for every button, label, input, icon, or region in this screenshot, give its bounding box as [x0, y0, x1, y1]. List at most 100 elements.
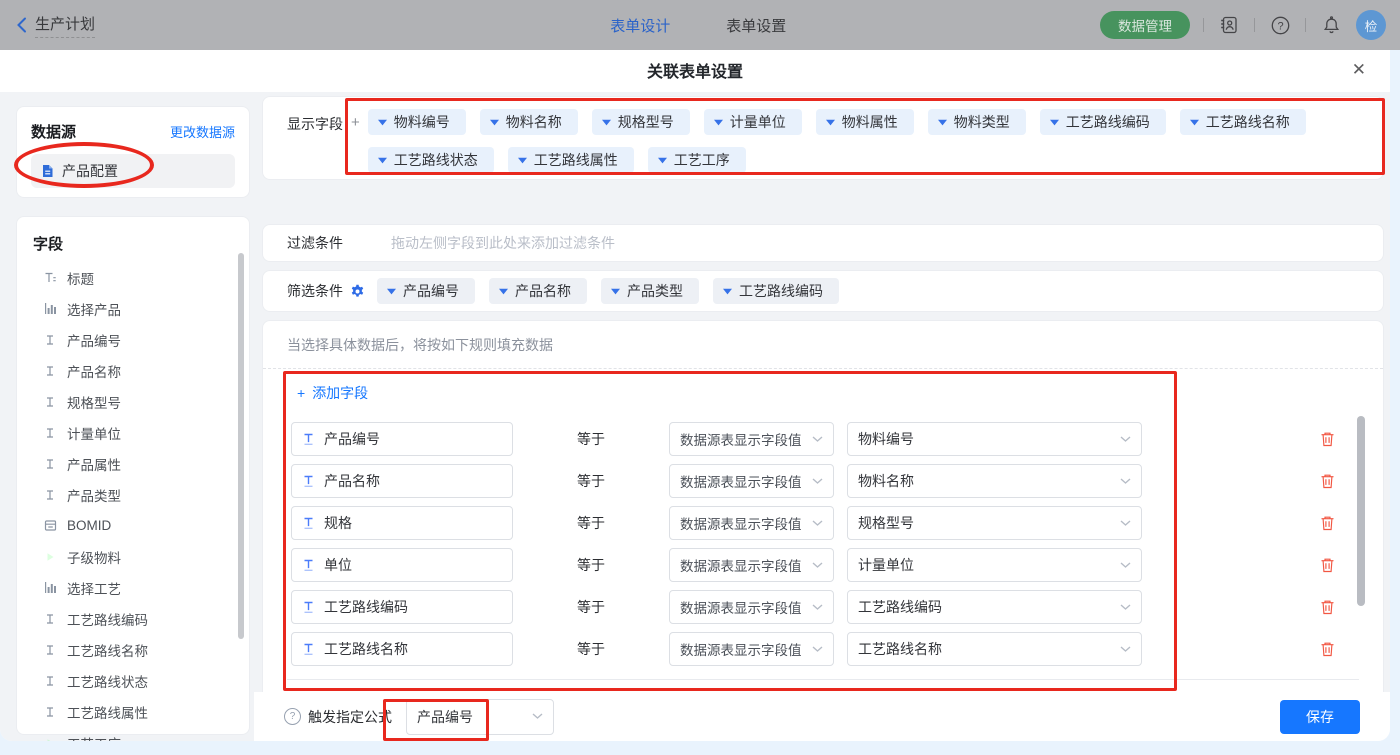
contact-book-icon[interactable]	[1217, 13, 1241, 37]
field-item[interactable]: 工艺路线属性	[33, 696, 249, 727]
field-item-label: 工艺工序	[67, 733, 121, 742]
display-field-tag[interactable]: 物料属性	[816, 109, 914, 135]
field-item[interactable]: 工艺路线名称	[33, 634, 249, 665]
add-display-field-button[interactable]: +	[351, 114, 360, 179]
text-icon	[43, 644, 57, 656]
modal-body: 数据源 更改数据源 产品配置 字段 标题选择产品产品编号产品名称规格型号计量单位…	[0, 92, 1390, 741]
help-icon[interactable]: ?	[1268, 13, 1292, 37]
rule-target-field[interactable]: 产品编号	[291, 422, 513, 456]
rule-target-field[interactable]: 工艺路线名称	[291, 632, 513, 666]
triangle-down-icon	[1190, 119, 1199, 126]
field-item[interactable]: 产品类型	[33, 479, 249, 510]
tab-form-settings[interactable]: 表单设置	[726, 15, 786, 36]
trash-icon[interactable]	[1320, 557, 1335, 573]
rule-source-select[interactable]: 数据源表显示字段值	[669, 464, 834, 498]
rule-source-select[interactable]: 数据源表显示字段值	[669, 632, 834, 666]
field-item[interactable]: 计量单位	[33, 417, 249, 448]
filter-condition-placeholder[interactable]: 拖动左侧字段到此处来添加过滤条件	[391, 233, 615, 253]
close-icon[interactable]: ✕	[1352, 61, 1366, 78]
display-field-tag[interactable]: 计量单位	[704, 109, 802, 135]
field-item[interactable]: 工艺工序	[33, 727, 249, 741]
user-avatar[interactable]: 检	[1356, 10, 1386, 40]
triangle-down-icon	[611, 288, 620, 295]
datasource-item-selected[interactable]: 产品配置	[31, 154, 235, 188]
rule-value-select[interactable]: 工艺路线编码	[847, 590, 1142, 624]
triangle-down-icon	[378, 119, 387, 126]
rule-operator: 等于	[577, 639, 613, 659]
trash-icon[interactable]	[1320, 473, 1335, 489]
gear-icon[interactable]	[350, 284, 365, 299]
fill-rule-row: 单位等于数据源表显示字段值计量单位	[263, 548, 1383, 582]
trash-icon[interactable]	[1320, 641, 1335, 657]
display-field-tag[interactable]: 工艺路线名称	[1180, 109, 1306, 135]
display-field-tag[interactable]: 物料名称	[480, 109, 578, 135]
display-field-tag[interactable]: 物料编号	[368, 109, 466, 135]
rules-scrollbar[interactable]	[1357, 416, 1365, 606]
rule-value-select[interactable]: 计量单位	[847, 548, 1142, 582]
display-field-tag[interactable]: 规格型号	[592, 109, 690, 135]
screen-condition-tag[interactable]: 工艺路线编码	[713, 278, 839, 304]
triangle-down-icon	[602, 119, 611, 126]
data-manage-button[interactable]: 数据管理	[1100, 11, 1190, 39]
fill-rule-row: 规格等于数据源表显示字段值规格型号	[263, 506, 1383, 540]
trash-icon[interactable]	[1320, 515, 1335, 531]
field-item-label: 产品编号	[67, 330, 121, 350]
rule-value-select[interactable]: 物料名称	[847, 464, 1142, 498]
field-item[interactable]: 工艺路线状态	[33, 665, 249, 696]
change-datasource-link[interactable]: 更改数据源	[170, 122, 235, 141]
field-item[interactable]: 子级物料	[33, 541, 249, 572]
chevron-down-icon	[812, 478, 823, 485]
screen-condition-tag[interactable]: 产品类型	[601, 278, 699, 304]
tag-label: 工艺路线名称	[1206, 112, 1290, 132]
rule-source-select[interactable]: 数据源表显示字段值	[669, 506, 834, 540]
add-field-button[interactable]: + 添加字段	[297, 383, 368, 403]
rule-target-field[interactable]: 规格	[291, 506, 513, 540]
chevron-down-icon	[812, 604, 823, 611]
field-item[interactable]: 规格型号	[33, 386, 249, 417]
fields-scrollbar[interactable]	[238, 253, 244, 639]
question-circle-icon[interactable]: ?	[284, 708, 301, 725]
field-item[interactable]: 选择产品	[33, 293, 249, 324]
rule-source-select[interactable]: 数据源表显示字段值	[669, 590, 834, 624]
display-field-tag[interactable]: 工艺路线编码	[1040, 109, 1166, 135]
rule-target-field[interactable]: 工艺路线编码	[291, 590, 513, 624]
display-fields-panel: 显示字段 + 物料编号物料名称规格型号计量单位物料属性物料类型工艺路线编码工艺路…	[262, 96, 1384, 180]
field-item[interactable]: BOMID	[33, 510, 249, 541]
trash-icon[interactable]	[1320, 431, 1335, 447]
field-item-label: 规格型号	[67, 392, 121, 412]
trash-icon[interactable]	[1320, 599, 1335, 615]
display-field-tag[interactable]: 工艺路线状态	[368, 147, 494, 173]
filter-condition-panel: 过滤条件 拖动左侧字段到此处来添加过滤条件	[262, 224, 1384, 262]
tab-form-design[interactable]: 表单设计	[610, 15, 670, 36]
back-button[interactable]	[16, 17, 27, 33]
display-field-tag[interactable]: 物料类型	[928, 109, 1026, 135]
filter-condition-label: 过滤条件	[287, 233, 343, 253]
field-item[interactable]: 工艺路线编码	[33, 603, 249, 634]
notification-bell-icon[interactable]	[1319, 13, 1343, 37]
save-button[interactable]: 保存	[1280, 700, 1360, 734]
tag-label: 工艺路线属性	[534, 150, 618, 170]
rule-field-label: 单位	[324, 555, 352, 575]
rule-value-select[interactable]: 工艺路线名称	[847, 632, 1142, 666]
display-field-tag[interactable]: 工艺路线属性	[508, 147, 634, 173]
field-item[interactable]: 产品属性	[33, 448, 249, 479]
screen-condition-tag[interactable]: 产品名称	[489, 278, 587, 304]
field-item[interactable]: 产品编号	[33, 324, 249, 355]
display-field-tag[interactable]: 工艺工序	[648, 147, 746, 173]
field-item-label: 工艺路线属性	[67, 702, 148, 722]
field-item[interactable]: 产品名称	[33, 355, 249, 386]
rule-target-field[interactable]: 单位	[291, 548, 513, 582]
field-item[interactable]: 选择工艺	[33, 572, 249, 603]
rule-source-select[interactable]: 数据源表显示字段值	[669, 548, 834, 582]
chart-icon	[43, 581, 57, 594]
rule-target-field[interactable]: 产品名称	[291, 464, 513, 498]
rule-source-select[interactable]: 数据源表显示字段值	[669, 422, 834, 456]
field-item[interactable]: 标题	[33, 262, 249, 293]
rule-value-select[interactable]: 规格型号	[847, 506, 1142, 540]
text-icon	[43, 489, 57, 501]
trigger-field-select[interactable]: 产品编号	[406, 699, 554, 735]
rule-value-select[interactable]: 物料编号	[847, 422, 1142, 456]
text-icon	[43, 396, 57, 408]
text-field-icon	[302, 516, 315, 530]
screen-condition-tag[interactable]: 产品编号	[377, 278, 475, 304]
